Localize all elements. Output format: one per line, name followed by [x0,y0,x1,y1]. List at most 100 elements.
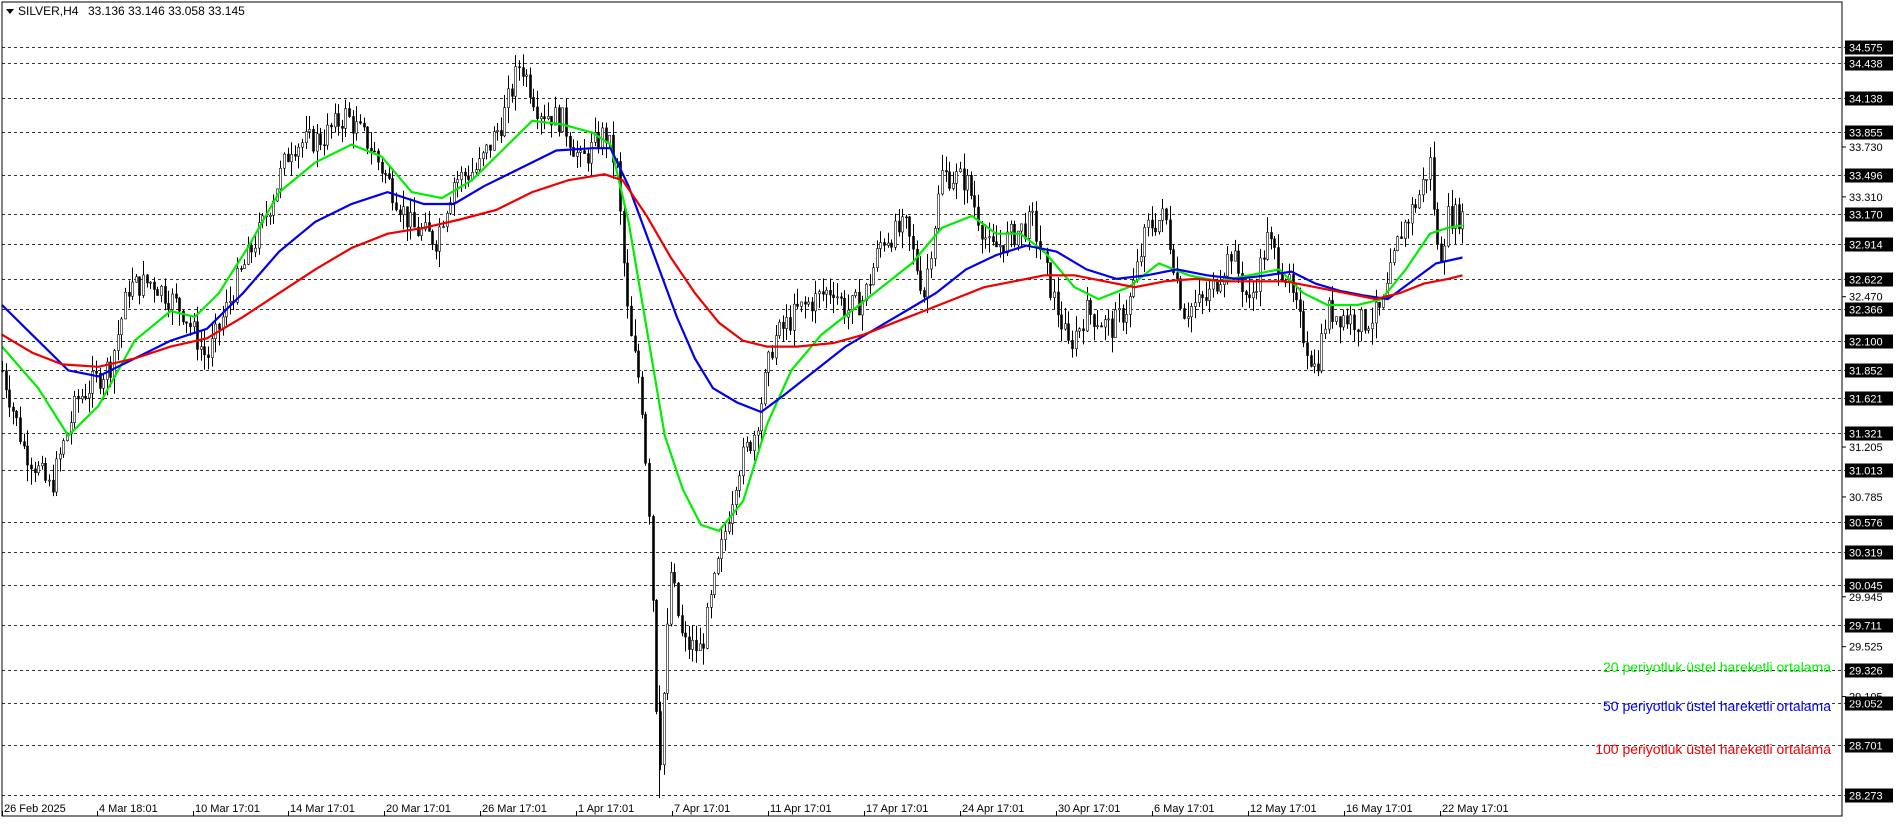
candle-body [475,169,478,173]
candle-body [637,350,640,378]
candle-body [1407,221,1410,224]
legend: 20 periyotluk üstel hareketli ortalama 50… [1595,659,1831,757]
candle-body [1349,314,1352,325]
candle-body [178,297,181,312]
candle-body [240,268,243,270]
candle-body [1339,316,1342,328]
candle-body [120,318,123,335]
price-chart[interactable]: 34.575 34.438 34.138 33.855 33.496 33.170 32.9… [0,0,1896,820]
candle-body [883,242,886,246]
candle-body [1306,342,1309,356]
candle-body [941,170,944,195]
candle-body [894,220,897,248]
candle-body [189,322,192,328]
candle-body [1151,219,1154,229]
candle-body [1154,227,1157,233]
level-label: 30.319 [1849,548,1883,560]
candle-body [1010,223,1013,233]
candle-body [370,148,373,152]
candle-body [308,129,311,132]
candle-body [218,323,221,330]
candle-body [634,335,637,352]
candle-body [908,216,911,237]
candle-body [1237,250,1240,274]
candle-body [695,639,698,652]
candle-body [52,479,55,493]
candle-body [44,462,47,481]
time-label: 26 Mar 17:01 [482,803,547,815]
candle-body [623,210,626,264]
candle-body [1451,206,1454,229]
candle-body [1425,179,1428,181]
candle-body [522,67,525,77]
candle-body [1057,291,1060,316]
candle-body [666,623,669,694]
candle-body [807,301,810,305]
candle-body [1353,314,1356,331]
candle-body [869,284,872,286]
candle-body [670,572,673,625]
candle-body [561,107,564,132]
candle-body [1183,308,1186,319]
candle-body [1364,309,1367,331]
candle-body [373,150,376,153]
candle-body [789,317,792,331]
time-label: 7 Apr 17:01 [674,803,730,815]
candle-body [19,417,22,442]
level-label: 28.701 [1849,741,1883,753]
candle-body [1245,291,1248,296]
level-label: 33.496 [1849,171,1883,183]
level-label: 32.366 [1849,305,1883,317]
candle-body [500,130,503,137]
candle-body [543,116,546,120]
candle-body [1324,328,1327,334]
level-label: 31.013 [1849,466,1883,478]
chart-window[interactable]: 34.575 34.438 34.138 33.855 33.496 33.170 32.9… [0,0,1896,820]
candle-body [1357,329,1360,333]
candle-body [1299,299,1302,312]
level-label: 33.855 [1849,128,1883,140]
candle-body [138,276,141,296]
candle-body [81,395,84,400]
candle-body [1140,256,1143,263]
level-label: 31.852 [1849,366,1883,378]
candle-body [1165,208,1168,221]
candle-body [569,135,572,148]
candle-body [1086,300,1089,332]
candle-body [460,171,463,180]
price-scale-label: 32.470 [1849,292,1883,304]
candle-body [203,346,206,356]
candle-body [214,323,217,339]
candle-body [62,440,65,455]
candle-body [785,317,788,329]
candle-body [297,146,300,157]
candle-body [1378,301,1381,308]
candle-body [746,442,749,448]
candle-body [1190,306,1193,318]
candle-body [23,441,26,447]
candle-body [1125,314,1128,323]
level-label: 33.170 [1849,210,1883,222]
candle-body [1433,157,1436,210]
candle-body [1295,292,1298,301]
candle-body [644,414,647,464]
candle-body [185,321,188,324]
candle-body [981,225,984,240]
candle-body [395,202,398,211]
candle-body [796,303,799,307]
candle-body [836,296,839,299]
candle-body [728,523,731,532]
candle-body [655,600,658,712]
candle-body [153,281,156,290]
candle-body [1100,325,1103,328]
candle-body [992,236,995,243]
candle-body [916,248,919,272]
candle-body [710,594,713,608]
candle-body [854,291,857,297]
candle-body [399,209,402,216]
candle-body [41,462,44,467]
candle-body [464,171,467,177]
candle-body [8,389,11,408]
candle-body [587,153,590,164]
candle-body [767,351,770,373]
